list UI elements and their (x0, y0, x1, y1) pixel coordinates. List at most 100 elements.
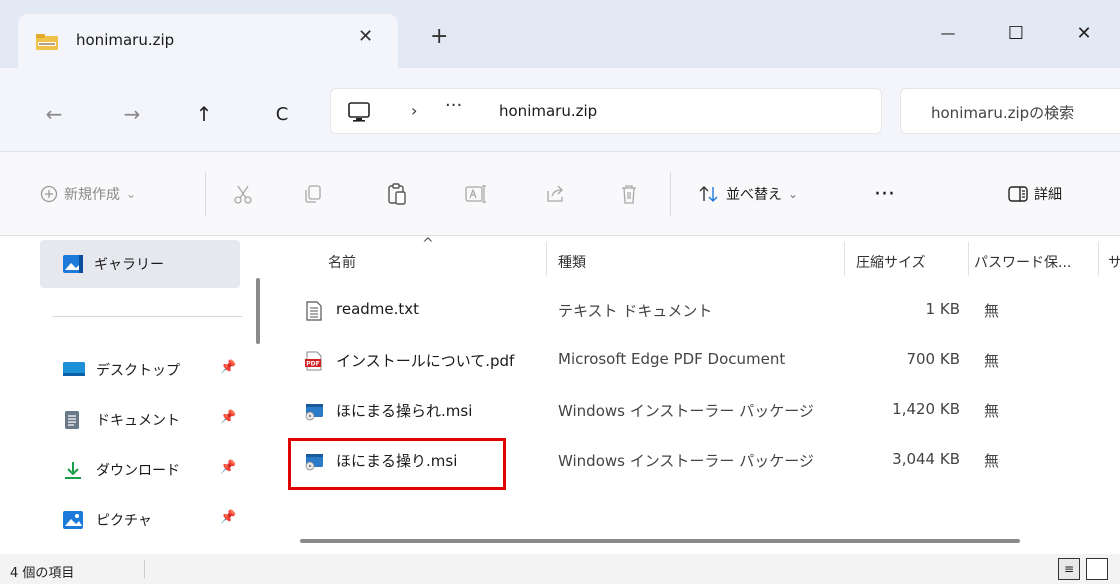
sidebar-item-documents[interactable]: ドキュメント 📌 (62, 404, 242, 434)
gallery-icon (63, 255, 83, 273)
column-header-row: ^ 名前 種類 圧縮サイズ パスワード保... サ (268, 236, 1120, 282)
pin-icon[interactable]: 📌 (220, 410, 236, 425)
refresh-button[interactable]: C (268, 100, 296, 128)
item-count: 4 個の項目 (10, 566, 75, 581)
sort-label: 並べ替え (726, 187, 782, 203)
file-password: 無 (984, 452, 1000, 470)
column-divider[interactable] (1098, 242, 1099, 276)
title-bar: honimaru.zip ✕ + — ☐ ✕ (0, 0, 1120, 68)
new-button[interactable]: 新規作成 ⌄ (40, 180, 136, 208)
cut-button[interactable] (232, 180, 254, 208)
pin-icon[interactable]: 📌 (220, 510, 236, 525)
new-label: 新規作成 (64, 187, 120, 203)
sidebar-scrollbar[interactable] (256, 278, 260, 344)
status-bar: 4 個の項目 ≡ (0, 554, 1120, 584)
file-name: インストールについて.pdf (336, 352, 515, 370)
horizontal-scrollbar[interactable] (300, 539, 1020, 543)
table-row[interactable]: ほにまる操られ.msi Windows インストーラー パッケージ 1,420 … (268, 386, 1120, 436)
toolbar-divider (670, 172, 671, 216)
sidebar-item-label: ダウンロード (96, 463, 180, 479)
share-button[interactable] (544, 180, 566, 208)
sidebar-item-label: ドキュメント (96, 413, 180, 429)
file-name: ほにまる操られ.msi (336, 402, 473, 420)
more-breadcrumbs-button[interactable]: ··· (445, 95, 462, 116)
up-button[interactable]: ↑ (190, 100, 218, 128)
file-list: ^ 名前 種類 圧縮サイズ パスワード保... サ readme.txt テキス… (268, 236, 1120, 554)
sidebar-item-pictures[interactable]: ピクチャ 📌 (62, 504, 242, 534)
column-header-compressed-size[interactable]: 圧縮サイズ (856, 252, 926, 272)
copy-icon (305, 185, 321, 203)
msi-installer-icon (305, 404, 323, 421)
arrow-up-icon: ↑ (195, 102, 213, 126)
table-row[interactable]: readme.txt テキスト ドキュメント 1 KB 無 (268, 286, 1120, 336)
maximize-button[interactable]: ☐ (996, 18, 1036, 48)
close-icon: ✕ (1076, 22, 1092, 44)
sidebar-item-desktop[interactable]: デスクトップ 📌 (62, 354, 242, 384)
tab-close-icon[interactable]: ✕ (358, 26, 373, 47)
rename-button[interactable] (464, 180, 488, 208)
details-pane-icon (1008, 186, 1028, 202)
computer-icon (348, 102, 370, 122)
column-header-name[interactable]: 名前 (328, 252, 356, 272)
address-bar[interactable]: › ··· honimaru.zip (330, 88, 882, 134)
more-icon: ··· (874, 181, 895, 207)
sort-button[interactable]: 並べ替え ⌄ (698, 180, 798, 208)
arrow-right-icon: → (123, 102, 141, 126)
pin-icon[interactable]: 📌 (220, 460, 236, 475)
back-button[interactable]: ← (40, 100, 68, 128)
download-icon (65, 462, 81, 479)
chevron-right-icon: › (411, 101, 418, 120)
sidebar-item-downloads[interactable]: ダウンロード 📌 (62, 454, 242, 484)
search-input[interactable]: honimaru.zipの検索 (900, 88, 1120, 134)
chevron-down-icon: ⌄ (788, 187, 799, 201)
plus-circle-icon (40, 185, 58, 203)
column-header-password[interactable]: パスワード保... (974, 252, 1071, 272)
tab-honimaru-zip[interactable]: honimaru.zip ✕ (18, 14, 398, 68)
close-window-button[interactable]: ✕ (1064, 18, 1104, 48)
minimize-button[interactable]: — (928, 18, 968, 48)
breadcrumb-current[interactable]: honimaru.zip (499, 102, 597, 120)
search-placeholder: honimaru.zipの検索 (931, 104, 1075, 122)
sort-ascending-icon: ^ (422, 236, 434, 252)
tab-title: honimaru.zip (76, 31, 175, 49)
details-pane-button[interactable]: 詳細 (1008, 180, 1062, 208)
sidebar-divider (52, 316, 242, 317)
file-password: 無 (984, 402, 1000, 420)
sidebar-item-gallery[interactable]: ギャラリー (40, 240, 240, 288)
paste-button[interactable] (386, 180, 408, 208)
pin-icon[interactable]: 📌 (220, 360, 236, 375)
file-size: 1 KB (925, 300, 960, 318)
scissors-icon (234, 185, 252, 204)
text-file-icon (306, 301, 322, 321)
list-view-icon: ≡ (1063, 562, 1075, 576)
file-size: 3,044 KB (892, 450, 960, 468)
highlight-box (288, 438, 506, 490)
more-options-button[interactable]: ··· (874, 180, 895, 208)
table-row[interactable]: PDF インストールについて.pdf Microsoft Edge PDF Do… (268, 336, 1120, 386)
toolbar-divider (205, 172, 206, 216)
file-size: 700 KB (906, 350, 960, 368)
svg-text:PDF: PDF (306, 361, 319, 368)
details-view-button[interactable]: ≡ (1058, 558, 1080, 580)
column-divider[interactable] (968, 242, 969, 276)
file-type: Windows インストーラー パッケージ (558, 452, 814, 470)
navigation-pane: ギャラリー デスクトップ 📌 ドキュメント 📌 ダウンロード 📌 ピクチャ 📌 (0, 236, 268, 554)
arrow-left-icon: ← (45, 102, 63, 126)
minimize-icon: — (940, 24, 956, 42)
column-header-type[interactable]: 種類 (558, 252, 586, 272)
share-icon (547, 185, 563, 202)
column-divider[interactable] (546, 242, 547, 276)
delete-button[interactable] (618, 180, 640, 208)
zip-folder-icon (36, 34, 58, 50)
column-header-extra[interactable]: サ (1108, 252, 1120, 272)
tiles-view-button[interactable] (1086, 558, 1108, 580)
forward-button[interactable]: → (118, 100, 146, 128)
file-password: 無 (984, 352, 1000, 370)
copy-button[interactable] (302, 180, 324, 208)
documents-icon (65, 411, 79, 429)
sidebar-item-label: ピクチャ (96, 513, 152, 529)
sort-arrows-icon (699, 186, 718, 202)
column-divider[interactable] (844, 242, 845, 276)
rename-icon (465, 185, 486, 203)
new-tab-button[interactable]: + (430, 24, 448, 49)
